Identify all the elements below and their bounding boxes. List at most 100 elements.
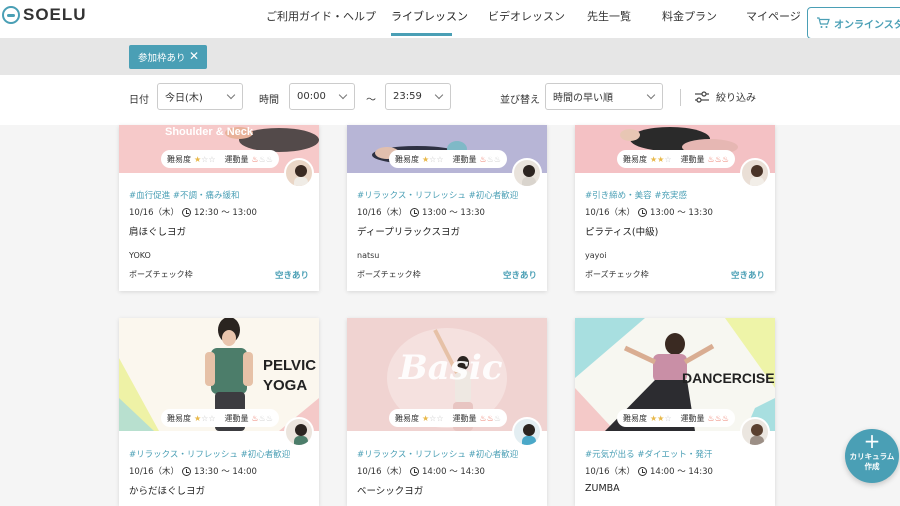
time-from-value: 00:00 [297,91,326,102]
main-nav: ご利用ガイド・ヘルプ ライブレッスン ビデオレッスン 先生一覧 料金プラン マイ… [0,7,900,39]
teacher-name[interactable]: yayoi [585,251,607,260]
lesson-tags[interactable]: #リラックス・リフレッシュ #初心者歓迎 [357,189,518,201]
refine-button[interactable]: 絞り込み [694,89,756,104]
difficulty-label: 難易度 [623,154,647,164]
difficulty-intensity-pill: 難易度 ★☆☆ 運動量 ♨♨♨ [161,409,280,427]
intensity-flames: ♨♨♨ [707,154,730,164]
pose-check-label: ポーズチェック枠 [585,270,649,279]
clock-icon [410,466,419,476]
lesson-tags[interactable]: #引き締め・美容 #充実感 [585,189,687,201]
teacher-avatar [284,417,314,447]
teacher-name[interactable]: natsu [357,251,379,260]
lesson-date: 10/16（木） [129,467,179,477]
nav-mypage[interactable]: マイページ [746,8,801,24]
filter-chip-available[interactable]: 参加枠あり ✕ [129,45,207,69]
lesson-card[interactable]: Shoulder & Neck 難易度 ★☆☆ 運動量 ♨♨♨ #血行促進 #不… [119,125,319,291]
clock-icon [182,207,191,217]
teacher-avatar [512,417,542,447]
lesson-title[interactable]: ZUMBA [585,483,620,494]
lesson-card[interactable]: DANCERCISE 難易度 ★★☆ 運動量 ♨♨♨ #元気が出る #ダイエット… [575,318,775,506]
teacher-avatar [284,158,314,188]
availability-status: 空きあり [502,271,537,281]
lesson-datetime: 10/16（木） 13:00 ～ 13:30 [357,206,485,218]
time-from-select[interactable]: 00:00 [289,83,355,110]
lesson-date: 10/16（木） [357,208,407,218]
nav-teachers[interactable]: 先生一覧 [587,8,631,24]
intensity-flames: ♨♨♨ [479,413,502,423]
clock-icon [638,207,647,217]
intensity-flames: ♨♨♨ [251,154,274,164]
lesson-title[interactable]: ピラティス(中級) [585,224,658,238]
lesson-time: 12:30 ～ 13:00 [194,208,257,218]
active-filter-bar: 参加枠あり ✕ [0,38,900,75]
pose-check-label: ポーズチェック枠 [357,270,421,279]
date-select[interactable]: 今日(木) [157,83,243,110]
availability-status: 空きあり [274,271,309,281]
difficulty-stars: ★☆☆ [194,413,216,423]
teacher-avatar [740,417,770,447]
intensity-label: 運動量 [680,413,705,423]
chevron-down-icon [338,90,348,100]
difficulty-stars: ★☆☆ [422,154,444,164]
lesson-tags[interactable]: #リラックス・リフレッシュ #初心者歓迎 [129,448,290,460]
lesson-card[interactable]: Basic 難易度 ★☆☆ 運動量 ♨♨♨ #リラックス・リフレッシュ #初心者… [347,318,547,506]
sort-select-value: 時間の早い順 [553,93,613,104]
intensity-label: 運動量 [452,413,477,423]
lesson-time: 13:00 ～ 13:30 [650,208,713,218]
difficulty-intensity-pill: 難易度 ★☆☆ 運動量 ♨♨♨ [389,409,508,427]
difficulty-label: 難易度 [167,413,191,423]
intensity-flames: ♨♨♨ [707,413,730,423]
nav-guide-help[interactable]: ご利用ガイド・ヘルプ [266,8,376,24]
lesson-image-text: Shoulder & Neck [165,126,254,138]
refine-label: 絞り込み [716,93,756,104]
lesson-tags[interactable]: #リラックス・リフレッシュ #初心者歓迎 [357,448,518,460]
difficulty-intensity-pill: 難易度 ★☆☆ 運動量 ♨♨♨ [161,150,280,168]
lesson-datetime: 10/16（木） 12:30 ～ 13:00 [129,206,257,218]
difficulty-label: 難易度 [395,413,419,423]
teacher-name[interactable]: YOKO [129,251,151,260]
lesson-card[interactable]: 難易度 ★★☆ 運動量 ♨♨♨ #引き締め・美容 #充実感 10/16（木） 13… [575,125,775,291]
intensity-label: 運動量 [224,154,249,164]
filter-chip-label: 参加枠あり [138,53,186,64]
lesson-tags[interactable]: #血行促進 #不調・痛み緩和 [129,189,239,201]
nav-pricing[interactable]: 料金プラン [662,8,717,24]
difficulty-intensity-pill: 難易度 ★☆☆ 運動量 ♨♨♨ [389,150,508,168]
nav-live-lessons[interactable]: ライブレッスン [391,8,468,24]
lesson-title[interactable]: からだほぐしヨガ [129,483,205,497]
difficulty-stars: ★★☆ [650,154,672,164]
sort-label: 並び替え [500,95,540,106]
lesson-datetime: 10/16（木） 14:00 ～ 14:30 [357,465,485,477]
lesson-title[interactable]: ベーシックヨガ [357,483,423,497]
difficulty-label: 難易度 [395,154,419,164]
chip-close-icon[interactable]: ✕ [189,49,199,63]
lesson-datetime: 10/16（木） 13:00 ～ 13:30 [585,206,713,218]
teacher-avatar [512,158,542,188]
lesson-datetime: 10/16（木） 14:00 ～ 14:30 [585,465,713,477]
difficulty-stars: ★★☆ [650,413,672,423]
time-label: 時間 [259,95,279,106]
divider [680,89,681,106]
intensity-flames: ♨♨♨ [479,154,502,164]
difficulty-label: 難易度 [623,413,647,423]
date-label: 日付 [129,95,149,106]
lesson-tags[interactable]: #元気が出る #ダイエット・発汗 [585,448,712,460]
nav-video-lessons[interactable]: ビデオレッスン [488,8,565,24]
sliders-icon [695,90,709,103]
teacher-avatar [740,158,770,188]
lesson-date: 10/16（木） [585,467,635,477]
lesson-time: 13:00 ～ 13:30 [422,208,485,218]
lesson-card[interactable]: PELVIC YOGA 難易度 ★☆☆ 運動量 ♨♨♨ #リラックス・リフレッシ… [119,318,319,506]
lesson-image-text: PELVIC YOGA [263,357,317,394]
intensity-label: 運動量 [224,413,249,423]
clock-icon [182,466,191,476]
lesson-title[interactable]: ディープリラックスヨガ [357,224,460,238]
lesson-date: 10/16（木） [357,467,407,477]
date-select-value: 今日(木) [165,93,203,104]
online-studio-button[interactable]: オンラインスタ [807,7,900,39]
sort-select[interactable]: 時間の早い順 [545,83,663,110]
difficulty-intensity-pill: 難易度 ★★☆ 運動量 ♨♨♨ [617,409,736,427]
create-curriculum-button[interactable]: + カリキュラム 作成 [845,429,899,483]
time-to-select[interactable]: 23:59 [385,83,451,110]
lesson-card[interactable]: 難易度 ★☆☆ 運動量 ♨♨♨ #リラックス・リフレッシュ #初心者歓迎 10/… [347,125,547,291]
lesson-title[interactable]: 肩ほぐしヨガ [129,224,186,238]
